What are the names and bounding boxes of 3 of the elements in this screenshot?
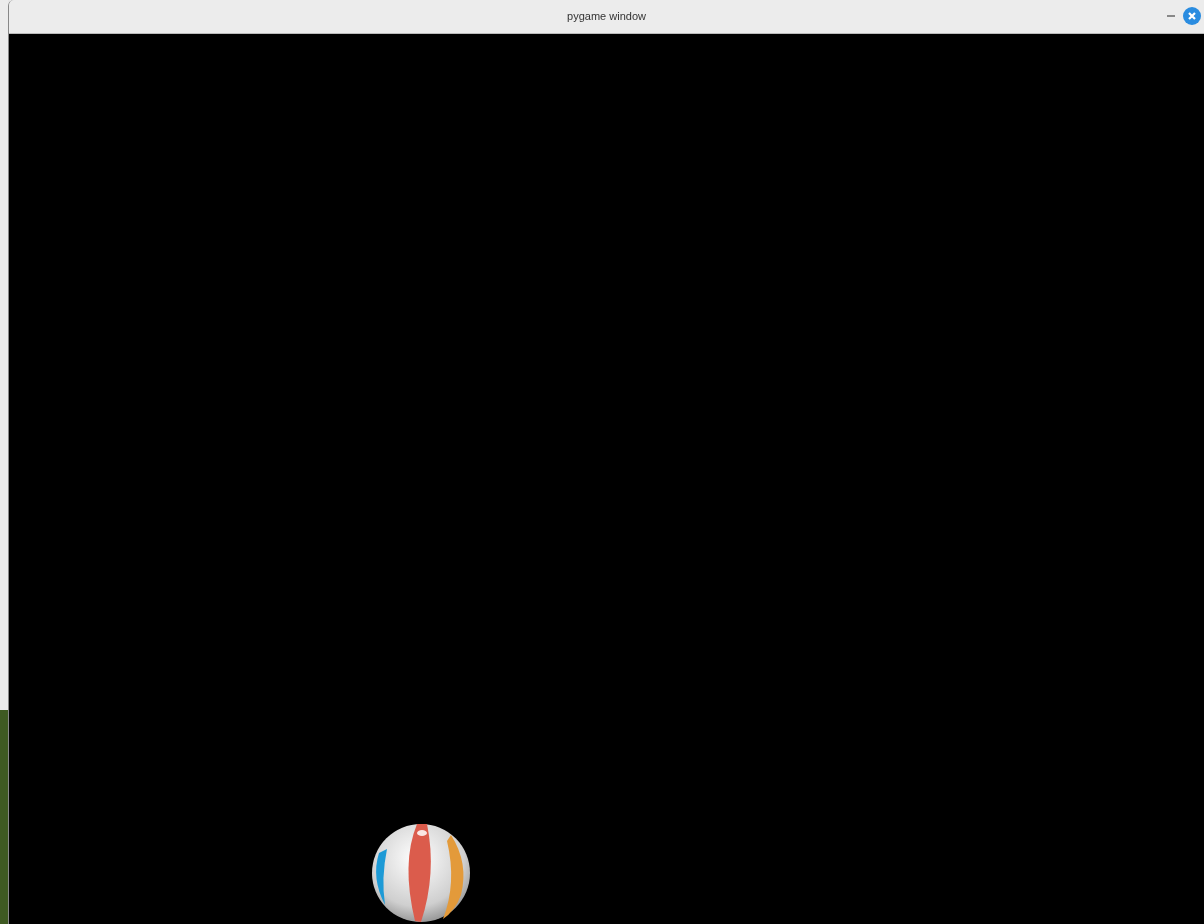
close-icon[interactable] [1183, 7, 1201, 25]
minimize-icon[interactable] [1167, 14, 1175, 18]
window-title: pygame window [567, 9, 646, 25]
